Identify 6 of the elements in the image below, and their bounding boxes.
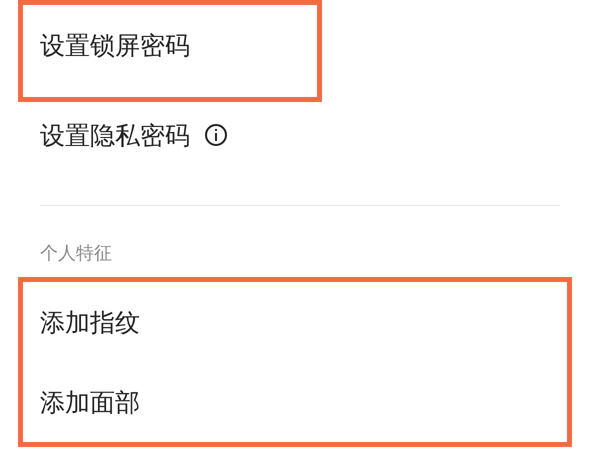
settings-item[interactable]: 添加面部: [40, 386, 140, 418]
settings-item[interactable]: 设置隐私密码: [40, 118, 190, 152]
settings-item[interactable]: 添加指纹: [40, 306, 140, 338]
info-icon[interactable]: [204, 123, 228, 147]
section-header: 个人特征: [40, 242, 113, 266]
settings-item[interactable]: 设置锁屏密码: [40, 28, 190, 62]
